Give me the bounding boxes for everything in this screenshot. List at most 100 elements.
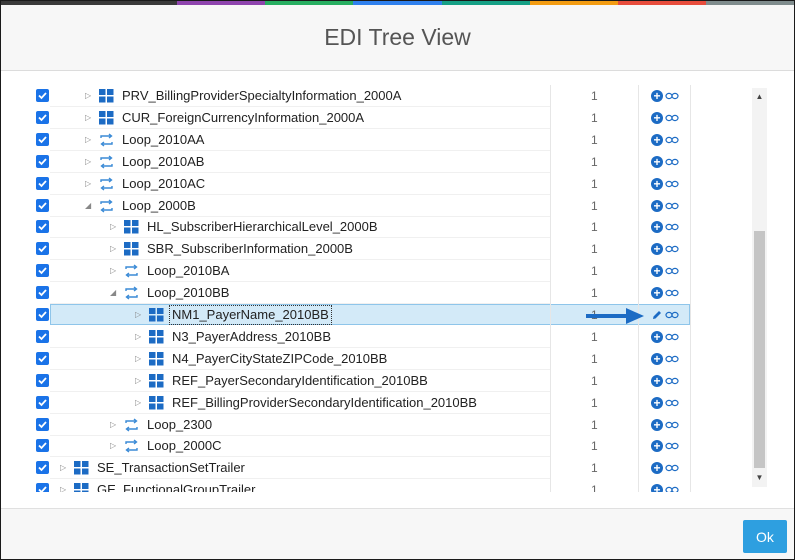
expand-arrow-icon[interactable]: ▷ — [110, 216, 116, 238]
expand-arrow-icon[interactable]: ▷ — [85, 85, 91, 107]
scroll-up-icon[interactable]: ▲ — [752, 90, 767, 104]
add-icon[interactable]: + — [651, 330, 663, 343]
collapse-arrow-icon[interactable]: ◢ — [85, 195, 91, 217]
row-checkbox[interactable] — [36, 242, 49, 256]
tree-node-label[interactable]: Loop_2010BB — [147, 282, 229, 304]
tree-node-label[interactable]: SBR_SubscriberInformation_2000B — [147, 238, 353, 260]
tree-row[interactable]: ▷ GE_FunctionalGroupTrailer 1 + — [31, 479, 695, 492]
link-icon[interactable] — [665, 354, 679, 364]
expand-arrow-icon[interactable]: ▷ — [110, 414, 116, 436]
tree-row[interactable]: ▷ Loop_2010AA 1 + — [31, 129, 695, 151]
link-icon[interactable] — [665, 135, 679, 145]
tree-node-label[interactable]: CUR_ForeignCurrencyInformation_2000A — [122, 107, 364, 129]
tree-row[interactable]: ▷ REF_BillingProviderSecondaryIdentificat… — [31, 392, 695, 414]
tree-node-label[interactable]: GE_FunctionalGroupTrailer — [97, 479, 255, 492]
tree-row[interactable]: ▷ CUR_ForeignCurrencyInformation_2000A 1 + — [31, 107, 695, 129]
expand-arrow-icon[interactable]: ▷ — [110, 435, 116, 457]
add-icon[interactable]: + — [651, 462, 663, 475]
tree-node-label[interactable]: REF_PayerSecondaryIdentification_2010BB — [172, 370, 428, 392]
tree-node-label[interactable]: REF_BillingProviderSecondaryIdentificati… — [172, 392, 477, 414]
link-icon[interactable] — [665, 157, 679, 167]
vertical-scrollbar[interactable]: ▲ ▼ — [752, 88, 767, 487]
row-checkbox[interactable] — [36, 176, 49, 190]
expand-arrow-icon[interactable]: ▷ — [135, 326, 141, 348]
add-icon[interactable]: + — [651, 243, 663, 256]
expand-arrow-icon[interactable]: ▷ — [85, 173, 91, 195]
expand-arrow-icon[interactable]: ▷ — [135, 392, 141, 414]
add-icon[interactable]: + — [651, 352, 663, 365]
link-icon[interactable] — [665, 485, 679, 492]
tree-row[interactable]: ▷ HL_SubscriberHierarchicalLevel_2000B 1 + — [31, 216, 695, 239]
row-checkbox[interactable] — [36, 264, 49, 278]
tree-node-label[interactable]: PRV_BillingProviderSpecialtyInformation_… — [122, 85, 401, 107]
add-icon[interactable]: + — [651, 133, 663, 146]
tree-node-label[interactable]: Loop_2300 — [147, 414, 212, 436]
expand-arrow-icon[interactable]: ▷ — [85, 129, 91, 151]
link-icon[interactable] — [665, 222, 679, 232]
link-icon[interactable] — [665, 441, 679, 451]
row-checkbox[interactable] — [36, 308, 49, 321]
tree-row[interactable]: ▷ Loop_2000C 1 + — [31, 435, 695, 458]
tree-row[interactable]: ▷ Loop_2300 1 + — [31, 414, 695, 436]
add-icon[interactable]: + — [651, 221, 663, 234]
tree-row[interactable]: ▷ SE_TransactionSetTrailer 1 + — [31, 457, 695, 480]
row-checkbox[interactable] — [36, 439, 49, 453]
tree-node-label[interactable]: Loop_2000C — [147, 435, 221, 457]
row-checkbox[interactable] — [36, 417, 49, 431]
add-icon[interactable]: + — [651, 155, 663, 168]
row-checkbox[interactable] — [36, 132, 49, 146]
link-icon[interactable] — [665, 310, 679, 320]
expand-arrow-icon[interactable]: ▷ — [135, 348, 141, 370]
row-checkbox[interactable] — [36, 286, 49, 300]
tree-row[interactable]: ▷ Loop_2010AB 1 + — [31, 151, 695, 173]
tree-node-label[interactable]: Loop_2010AB — [122, 151, 204, 173]
tree-row[interactable]: ◢ Loop_2010BB 1 + — [31, 282, 695, 305]
row-checkbox[interactable] — [36, 220, 49, 234]
expand-arrow-icon[interactable]: ▷ — [135, 304, 141, 326]
collapse-arrow-icon[interactable]: ◢ — [110, 282, 116, 304]
row-checkbox[interactable] — [36, 483, 49, 492]
row-checkbox[interactable] — [36, 198, 49, 212]
link-icon[interactable] — [665, 201, 679, 211]
add-icon[interactable]: + — [651, 177, 663, 190]
link-icon[interactable] — [665, 91, 679, 101]
expand-arrow-icon[interactable]: ▷ — [110, 260, 116, 282]
add-icon[interactable]: + — [651, 374, 663, 387]
tree-node-label[interactable]: NM1_PayerName_2010BB — [169, 305, 332, 325]
tree-row[interactable]: ▷ Loop_2010AC 1 + — [31, 173, 695, 195]
tree-row[interactable]: ▷ PRV_BillingProviderSpecialtyInformation… — [31, 85, 695, 107]
link-icon[interactable] — [665, 420, 679, 430]
row-checkbox[interactable] — [36, 154, 49, 168]
expand-arrow-icon[interactable]: ▷ — [85, 107, 91, 129]
add-icon[interactable]: + — [651, 287, 663, 300]
add-icon[interactable]: + — [651, 90, 663, 102]
tree-row[interactable]: ▷ N3_PayerAddress_2010BB 1 + — [31, 326, 695, 348]
tree-node-label[interactable]: N3_PayerAddress_2010BB — [172, 326, 331, 348]
link-icon[interactable] — [665, 376, 679, 386]
row-checkbox[interactable] — [36, 373, 49, 387]
tree-row[interactable]: ▷ SBR_SubscriberInformation_2000B 1 + — [31, 238, 695, 261]
link-icon[interactable] — [665, 463, 679, 473]
tree-node-label[interactable]: N4_PayerCityStateZIPCode_2010BB — [172, 348, 387, 370]
add-icon[interactable]: + — [651, 418, 663, 431]
tree-node-label[interactable]: Loop_2010BA — [147, 260, 229, 282]
add-icon[interactable]: + — [651, 199, 663, 212]
link-icon[interactable] — [665, 288, 679, 298]
tree-node-label[interactable]: HL_SubscriberHierarchicalLevel_2000B — [147, 216, 378, 238]
ok-button[interactable]: Ok — [743, 520, 787, 553]
tree-node-label[interactable]: Loop_2010AA — [122, 129, 204, 151]
add-icon[interactable]: + — [651, 440, 663, 453]
link-icon[interactable] — [665, 113, 679, 123]
row-checkbox[interactable] — [36, 329, 49, 343]
add-icon[interactable]: + — [651, 111, 663, 124]
link-icon[interactable] — [665, 266, 679, 276]
row-checkbox[interactable] — [36, 461, 49, 475]
tree-node-label[interactable]: SE_TransactionSetTrailer — [97, 457, 245, 479]
tree-row[interactable]: ◢ Loop_2000B 1 + — [31, 195, 695, 217]
add-icon[interactable]: + — [651, 265, 663, 278]
tree-node-label[interactable]: Loop_2010AC — [122, 173, 205, 195]
link-icon[interactable] — [665, 179, 679, 189]
scrollbar-thumb[interactable] — [754, 231, 765, 468]
add-icon[interactable]: + — [651, 396, 663, 409]
tree-row[interactable]: ▷ REF_PayerSecondaryIdentification_2010BB… — [31, 370, 695, 392]
